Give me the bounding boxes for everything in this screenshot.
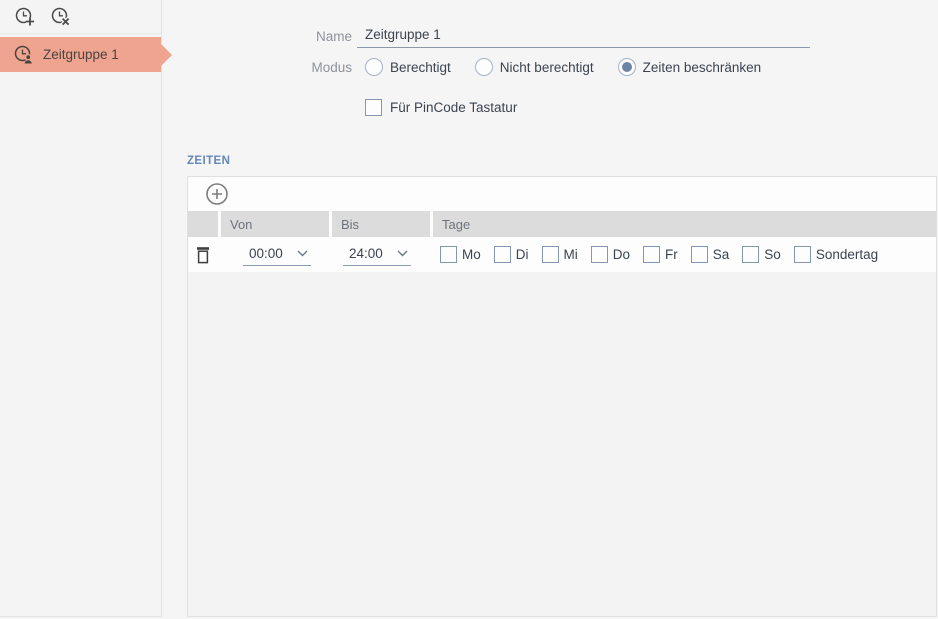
chevron-down-icon	[397, 250, 408, 257]
timegroup-page: Zeitgruppe 1 Name Zeitgruppe 1 Modus Ber…	[0, 0, 938, 619]
modus-label: Modus	[187, 60, 352, 75]
name-label: Name	[187, 29, 352, 44]
checkbox[interactable]	[794, 246, 811, 263]
delete-row-button[interactable]	[188, 237, 218, 272]
add-timegroup-button[interactable]	[14, 6, 36, 28]
day-label: Sa	[713, 247, 730, 262]
column-tage: Tage	[433, 211, 936, 237]
plus-circle-icon	[205, 182, 229, 206]
checkbox[interactable]	[691, 246, 708, 263]
day-label: Mi	[564, 247, 578, 262]
zeiten-section-title: ZEITEN	[187, 155, 230, 167]
day-checkbox-di[interactable]: Di	[494, 246, 529, 263]
time-row: 00:00 24:00	[188, 237, 936, 272]
radio-circle	[618, 58, 636, 76]
radio-nicht-berechtigt[interactable]: Nicht berechtigt	[475, 58, 594, 76]
day-label: Do	[613, 247, 630, 262]
modus-radio-group: Berechtigt Nicht berechtigt Zeiten besch…	[365, 58, 785, 76]
day-checkbox-do[interactable]: Do	[591, 246, 630, 263]
timegroup-sidebar: Zeitgruppe 1	[0, 0, 162, 617]
clock-x-icon	[50, 6, 72, 28]
day-label: So	[764, 247, 781, 262]
column-von: Von	[221, 211, 329, 237]
column-bis: Bis	[332, 211, 430, 237]
von-time-value: 00:00	[249, 246, 283, 261]
day-label: Fr	[665, 247, 678, 262]
checkbox[interactable]	[643, 246, 660, 263]
day-label: Mo	[462, 247, 481, 262]
day-label: Sondertag	[816, 247, 878, 262]
add-time-row-button[interactable]	[205, 182, 229, 206]
radio-circle	[365, 58, 383, 76]
name-value: Zeitgruppe 1	[365, 27, 441, 42]
zeiten-panel: Von Bis Tage 00:00	[187, 176, 937, 617]
radio-label: Zeiten beschränken	[643, 60, 762, 75]
clock-user-icon	[13, 44, 34, 65]
day-label: Di	[516, 247, 529, 262]
days-cell: Mo Di Mi Do Fr	[433, 237, 936, 272]
pincode-checkbox-label: Für PinCode Tastatur	[390, 100, 517, 115]
checkbox[interactable]	[591, 246, 608, 263]
trash-icon	[196, 246, 210, 264]
day-checkbox-fr[interactable]: Fr	[643, 246, 678, 263]
radio-circle	[475, 58, 493, 76]
bis-time-value: 24:00	[349, 246, 383, 261]
checkbox[interactable]	[742, 246, 759, 263]
radio-label: Nicht berechtigt	[500, 60, 594, 75]
sidebar-item-zeitgruppe-1[interactable]: Zeitgruppe 1	[0, 37, 161, 72]
zeiten-table-header: Von Bis Tage	[188, 211, 936, 237]
delete-timegroup-button[interactable]	[50, 6, 72, 28]
chevron-down-icon	[297, 250, 308, 257]
name-input[interactable]: Zeitgruppe 1	[357, 24, 810, 48]
bis-time-dropdown[interactable]: 24:00	[343, 243, 411, 266]
day-checkbox-mo[interactable]: Mo	[440, 246, 481, 263]
sidebar-toolbar	[0, 0, 161, 34]
day-checkbox-mi[interactable]: Mi	[542, 246, 578, 263]
von-time-dropdown[interactable]: 00:00	[243, 243, 311, 266]
zeiten-toolbar	[188, 177, 936, 211]
checkbox[interactable]	[542, 246, 559, 263]
radio-zeiten-beschraenken[interactable]: Zeiten beschränken	[618, 58, 762, 76]
pincode-checkbox-row[interactable]: Für PinCode Tastatur	[365, 99, 517, 116]
checkbox[interactable]	[494, 246, 511, 263]
checkbox[interactable]	[440, 246, 457, 263]
day-checkbox-sondertag[interactable]: Sondertag	[794, 246, 878, 263]
selection-arrow	[161, 44, 172, 66]
sidebar-item-label: Zeitgruppe 1	[43, 47, 119, 62]
day-checkbox-sa[interactable]: Sa	[691, 246, 730, 263]
radio-label: Berechtigt	[390, 60, 451, 75]
pincode-checkbox[interactable]	[365, 99, 382, 116]
radio-berechtigt[interactable]: Berechtigt	[365, 58, 451, 76]
clock-plus-icon	[14, 6, 36, 28]
column-delete	[188, 211, 218, 237]
day-checkbox-so[interactable]: So	[742, 246, 781, 263]
